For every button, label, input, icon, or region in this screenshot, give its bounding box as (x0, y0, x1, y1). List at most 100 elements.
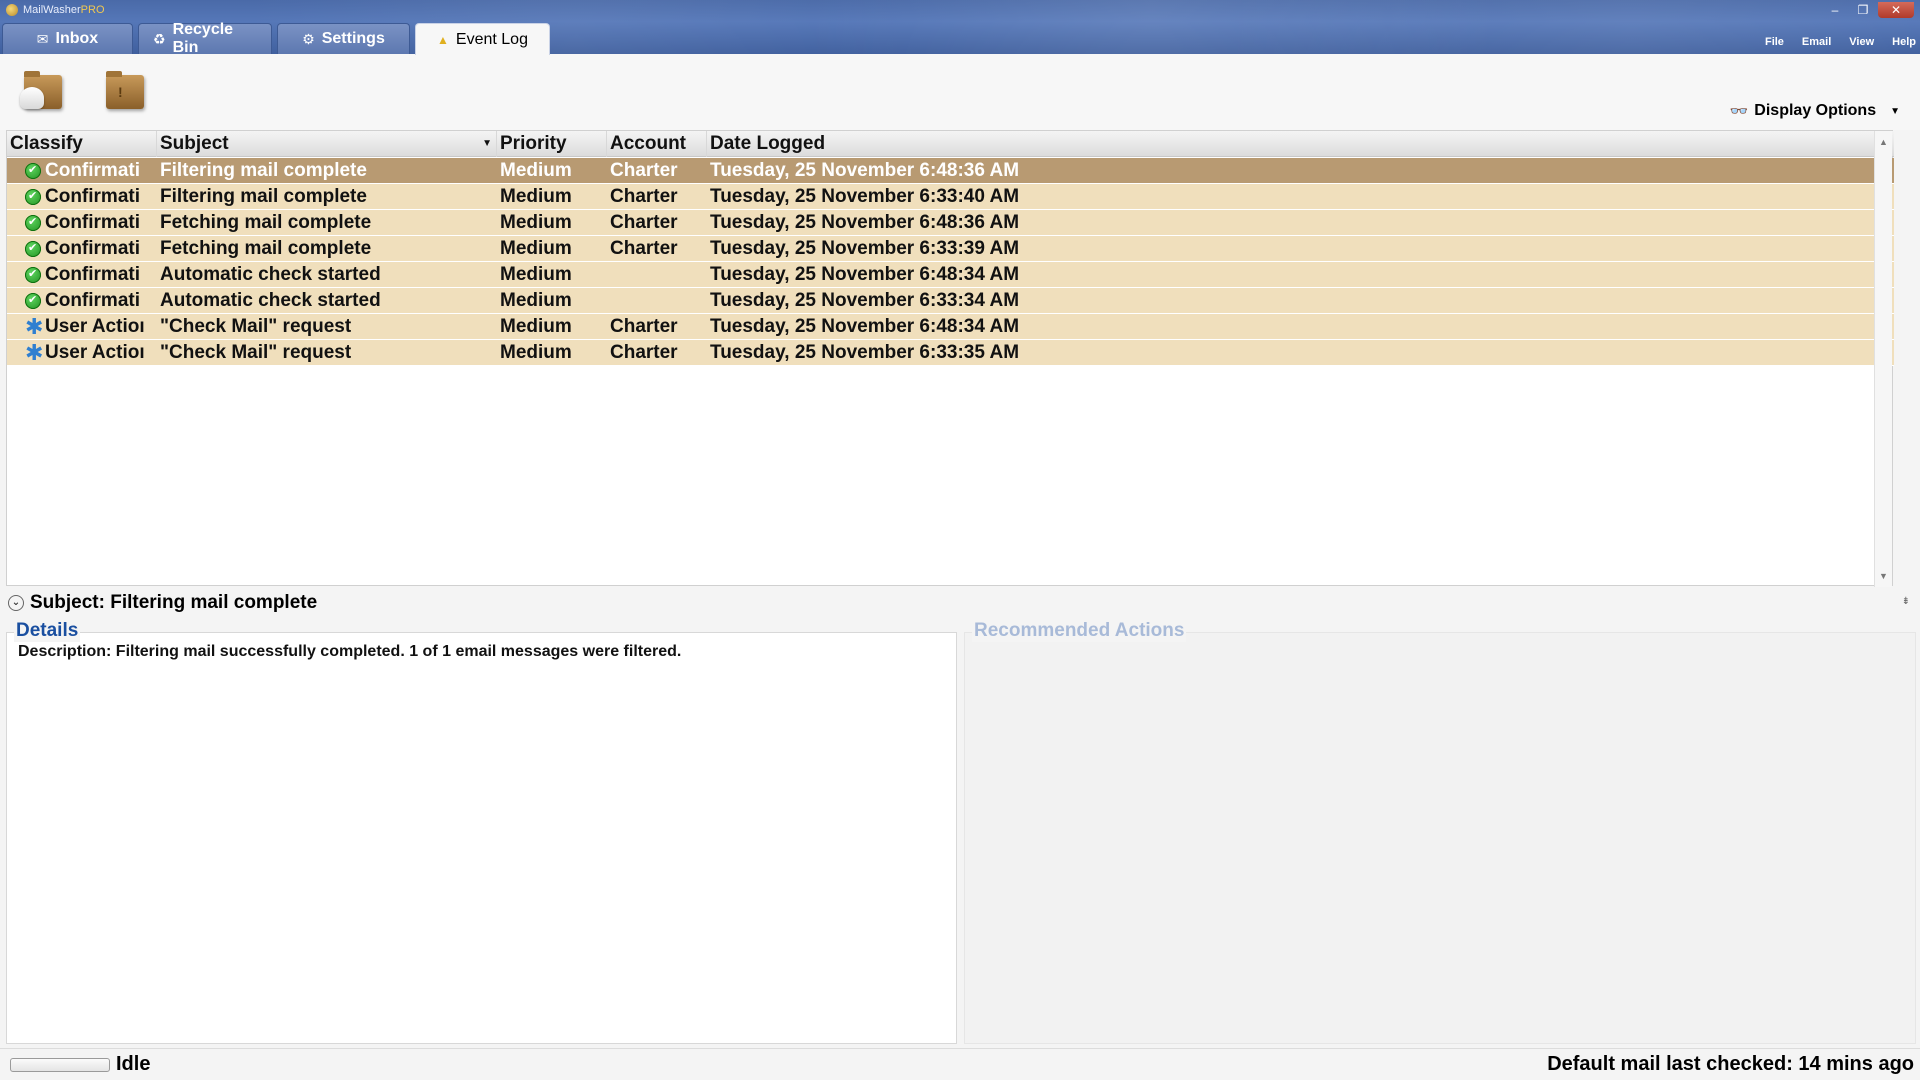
check-circle-icon (25, 266, 41, 283)
cell-date-logged: Tuesday, 25 November 6:33:40 AM (710, 186, 1020, 207)
status-bar: Idle Default mail last checked: 14 mins … (0, 1048, 1920, 1080)
menu-email[interactable]: Email (1802, 36, 1831, 48)
gear-icon: ⚙ (302, 30, 315, 47)
cell-subject: Automatic check started (160, 264, 381, 285)
cell-subject: "Check Mail" request (160, 316, 352, 337)
cell-account: Charter (610, 342, 678, 363)
cell-priority: Medium (500, 212, 572, 233)
check-circle-icon (25, 292, 41, 309)
cell-date-logged: Tuesday, 25 November 6:33:34 AM (710, 290, 1020, 311)
cell-classify: Confirmati (45, 238, 140, 259)
cell-account: Charter (610, 186, 678, 207)
cell-priority: Medium (500, 238, 572, 259)
scroll-down-icon[interactable]: ▼ (1879, 571, 1888, 581)
cell-account: Charter (610, 212, 678, 233)
cell-subject: Fetching mail complete (160, 238, 372, 259)
column-header-subject[interactable]: Subject ▼ (157, 131, 497, 157)
tab-settings-label: Settings (321, 30, 385, 47)
tab-inbox[interactable]: ✉ Inbox (2, 23, 133, 54)
cell-classify: Confirmati (45, 160, 140, 181)
cell-classify: Confirmati (45, 186, 140, 207)
grid-rows: ConfirmatiFiltering mail completeMediumC… (7, 158, 1894, 366)
collapse-icon[interactable]: ⌄ (8, 595, 24, 611)
warning-folder-icon: ! (106, 71, 144, 109)
last-checked-status: Default mail last checked: 14 mins ago (1547, 1053, 1914, 1075)
grid-vertical-scrollbar[interactable]: ▲ ▼ (1874, 131, 1892, 587)
cell-subject: Filtering mail complete (160, 186, 367, 207)
table-row[interactable]: Confirmati Fetching mail complete Medium Ch… (7, 210, 1894, 236)
cell-account (610, 262, 705, 288)
table-row[interactable]: Confirmati Automatic check started Medium T… (7, 262, 1894, 288)
title-bar: MailWasher PRO – ❐ ✕ ✉ Inbox ♻ Recycle Bi… (0, 0, 1920, 56)
tab-recycle-bin[interactable]: ♻ Recycle Bin (138, 21, 272, 56)
menu-file[interactable]: File (1765, 36, 1784, 48)
minimize-button[interactable]: – (1822, 2, 1848, 18)
table-row[interactable]: Confirmati Filtering mail complete Medium C… (7, 184, 1894, 210)
tab-recycle-bin-label: Recycle Bin (172, 21, 234, 56)
column-header-subject-label: Subject (160, 133, 229, 154)
table-row[interactable]: ✱ User Actioı "Check Mail" request Medium Ch… (7, 340, 1894, 366)
table-row[interactable]: ✱ User Actioı "Check Mail" request Medium Ch… (7, 314, 1894, 340)
cell-priority: Medium (500, 342, 572, 363)
check-circle-icon (25, 162, 41, 179)
cell-account: Charter (610, 238, 678, 259)
cell-date-logged: Tuesday, 25 November 6:48:36 AM (710, 212, 1020, 233)
cell-account: Charter (610, 160, 678, 181)
check-circle-icon (25, 214, 41, 231)
table-row[interactable]: Confirmati Automatic check started Medium T… (7, 288, 1894, 314)
eraser-icon (20, 87, 44, 109)
close-button[interactable]: ✕ (1878, 2, 1914, 18)
grid-header: Classify Subject ▼ Priority Account Date… (7, 131, 1894, 157)
scroll-up-icon[interactable]: ▲ (1879, 137, 1888, 147)
cell-subject: "Check Mail" request (160, 342, 352, 363)
status-state: Idle (116, 1053, 151, 1075)
cell-priority: Medium (500, 316, 572, 337)
chevron-down-icon: ▼ (1890, 105, 1900, 117)
progress-bar (10, 1058, 110, 1072)
menu-help[interactable]: Help (1892, 36, 1916, 48)
tab-bar: ✉ Inbox ♻ Recycle Bin ⚙ Settings ▲ Event… (2, 21, 550, 56)
glasses-icon: 👓 (1729, 103, 1749, 120)
cell-date-logged: Tuesday, 25 November 6:33:39 AM (710, 238, 1020, 259)
column-header-priority[interactable]: Priority (497, 131, 607, 157)
check-circle-icon (25, 188, 41, 205)
detail-subject-text: Subject: Filtering mail complete (30, 592, 318, 613)
column-header-date-logged[interactable]: Date Logged (707, 131, 1876, 157)
cell-classify: User Actioı (45, 316, 145, 337)
restore-button[interactable]: ❐ (1850, 2, 1876, 18)
detail-subject-header[interactable]: ⌄ Subject: Filtering mail complete (8, 592, 317, 614)
cell-classify: User Actioı (45, 342, 145, 363)
recycle-icon: ♻ (153, 30, 166, 47)
cell-date-logged: Tuesday, 25 November 6:48:34 AM (710, 264, 1020, 285)
column-header-account[interactable]: Account (607, 131, 707, 157)
cell-date-logged: Tuesday, 25 November 6:33:35 AM (710, 342, 1020, 363)
table-row[interactable]: Confirmati Filtering mail complete Medium C… (7, 158, 1894, 184)
menu-bar: File Email View Help (1765, 36, 1916, 48)
cell-account (610, 288, 705, 314)
recommended-actions-panel (964, 632, 1916, 1044)
tab-event-log[interactable]: ▲ Event Log (415, 23, 550, 55)
splitter-handle-icon[interactable]: ⇟ (1902, 596, 1910, 607)
display-options-button[interactable]: 👓 Display Options ▼ (1730, 102, 1900, 120)
view-log-folder-button[interactable]: ! (102, 69, 152, 115)
tab-settings[interactable]: ⚙ Settings (277, 23, 410, 54)
tab-event-log-label: Event Log (455, 30, 528, 48)
cell-classify: Confirmati (45, 264, 140, 285)
column-header-classify[interactable]: Classify (7, 131, 157, 157)
cell-subject: Fetching mail complete (160, 212, 372, 233)
warning-icon: ▲ (437, 32, 449, 47)
window-controls: – ❐ ✕ (1822, 2, 1914, 18)
details-description: Description: Filtering mail successfully… (18, 643, 682, 660)
details-title: Details (14, 620, 81, 642)
app-logo-icon (6, 4, 18, 16)
asterisk-icon: ✱ (25, 314, 44, 339)
app-title: MailWasher PRO (6, 4, 105, 16)
cell-classify: Confirmati (45, 290, 140, 311)
table-row[interactable]: Confirmati Fetching mail complete Medium Ch… (7, 236, 1894, 262)
menu-view[interactable]: View (1849, 36, 1874, 48)
cell-priority: Medium (500, 290, 572, 311)
event-log-grid: Classify Subject ▼ Priority Account Date… (6, 130, 1894, 587)
display-options-label: Display Options (1754, 102, 1877, 119)
clear-log-button[interactable] (20, 69, 70, 115)
cell-classify: Confirmati (45, 212, 140, 233)
